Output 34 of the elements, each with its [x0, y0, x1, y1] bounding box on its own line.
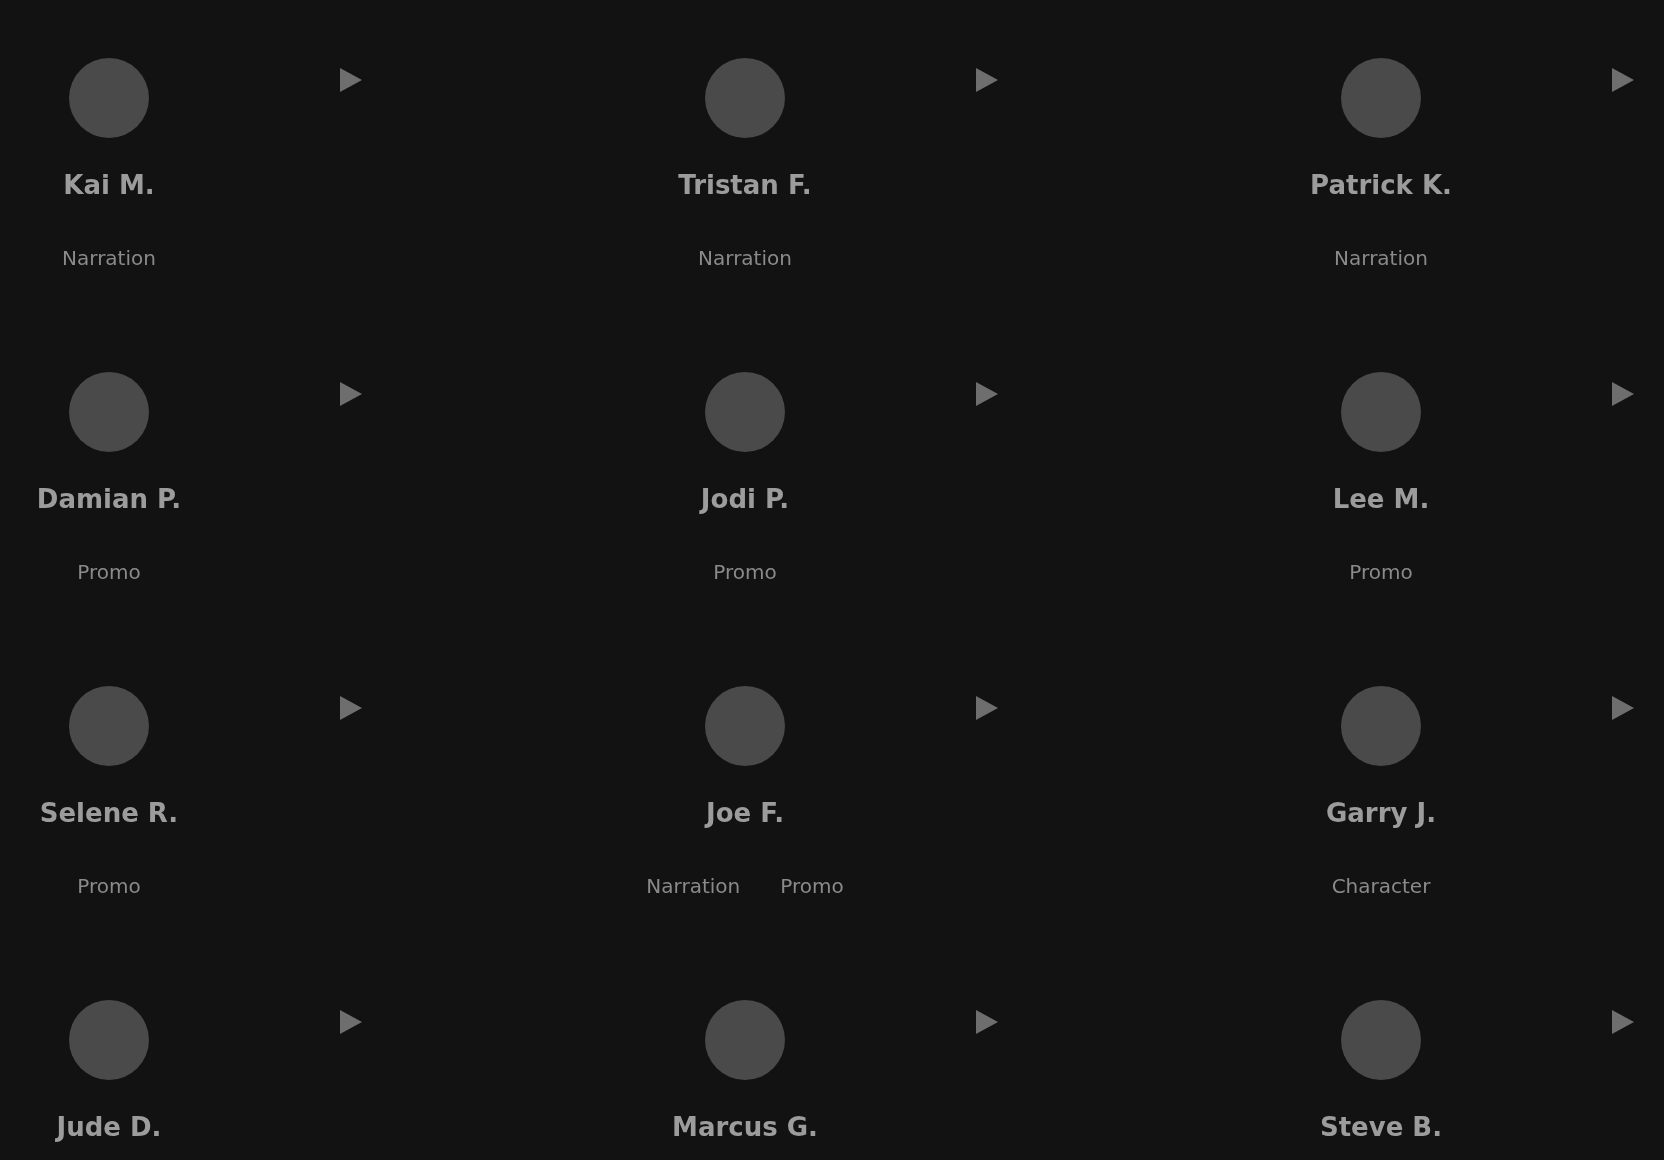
play-icon[interactable] — [976, 382, 998, 406]
play-icon[interactable] — [340, 1010, 362, 1034]
category-tag: Promo — [77, 874, 141, 898]
play-icon[interactable] — [340, 696, 362, 720]
actor-name: Selene R. — [39, 798, 179, 828]
actor-name: Joe F. — [705, 798, 784, 828]
category-tag: Promo — [1349, 560, 1413, 584]
actor-name: Kai M. — [63, 170, 155, 200]
category-tag: Character — [1331, 874, 1431, 898]
play-icon[interactable] — [1612, 382, 1634, 406]
category-tag: Promo — [780, 874, 844, 898]
actor-name: Jude D. — [56, 1112, 162, 1142]
actor-name: Steve B. — [1319, 1112, 1443, 1142]
category-tag: Narration — [1334, 246, 1428, 270]
actor-name: Garry J. — [1325, 798, 1437, 828]
actor-name: Lee M. — [1332, 484, 1430, 514]
play-icon[interactable] — [976, 1010, 998, 1034]
play-icon[interactable] — [1612, 696, 1634, 720]
category-tag: Narration — [62, 246, 156, 270]
actor-name: Damian P. — [36, 484, 182, 514]
category-tag: Narration — [646, 874, 741, 898]
category-tag: Promo — [77, 560, 141, 584]
play-icon[interactable] — [1612, 68, 1634, 92]
actor-name: Patrick K. — [1310, 170, 1452, 200]
play-icon[interactable] — [340, 68, 362, 92]
play-icon[interactable] — [976, 68, 998, 92]
category-tag: Promo — [713, 560, 777, 584]
play-icon[interactable] — [340, 382, 362, 406]
actor-name: Jodi P. — [700, 484, 790, 514]
actor-name: Marcus G. — [672, 1112, 818, 1142]
play-icon[interactable] — [1612, 1010, 1634, 1034]
category-tag: Narration — [698, 246, 792, 270]
play-icon[interactable] — [976, 696, 998, 720]
actor-name: Tristan F. — [678, 170, 812, 200]
